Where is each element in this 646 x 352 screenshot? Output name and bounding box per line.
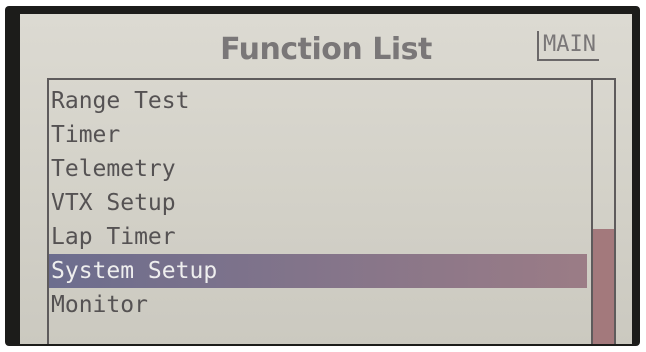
menu-item-monitor[interactable]: Monitor <box>49 288 587 322</box>
scrollbar-thumb[interactable] <box>593 229 614 344</box>
function-list: Range Test Timer Telemetry VTX Setup Lap Tim… <box>47 78 616 344</box>
lcd-screen: Function List MAIN Range Test Timer Teleme… <box>20 14 632 344</box>
menu-item-system-setup[interactable]: System Setup <box>49 254 587 288</box>
menu-item-lap-timer[interactable]: Lap Timer <box>49 220 587 254</box>
list-scrollbar[interactable] <box>591 80 614 344</box>
menu-item-vtx-setup[interactable]: VTX Setup <box>49 186 587 220</box>
menu-item-timer[interactable]: Timer <box>49 118 587 152</box>
menu-item-range-test[interactable]: Range Test <box>49 84 587 118</box>
main-page-indicator: MAIN <box>537 31 599 61</box>
menu-item-telemetry[interactable]: Telemetry <box>49 152 587 186</box>
photo-background: Function List MAIN Range Test Timer Teleme… <box>0 0 646 352</box>
